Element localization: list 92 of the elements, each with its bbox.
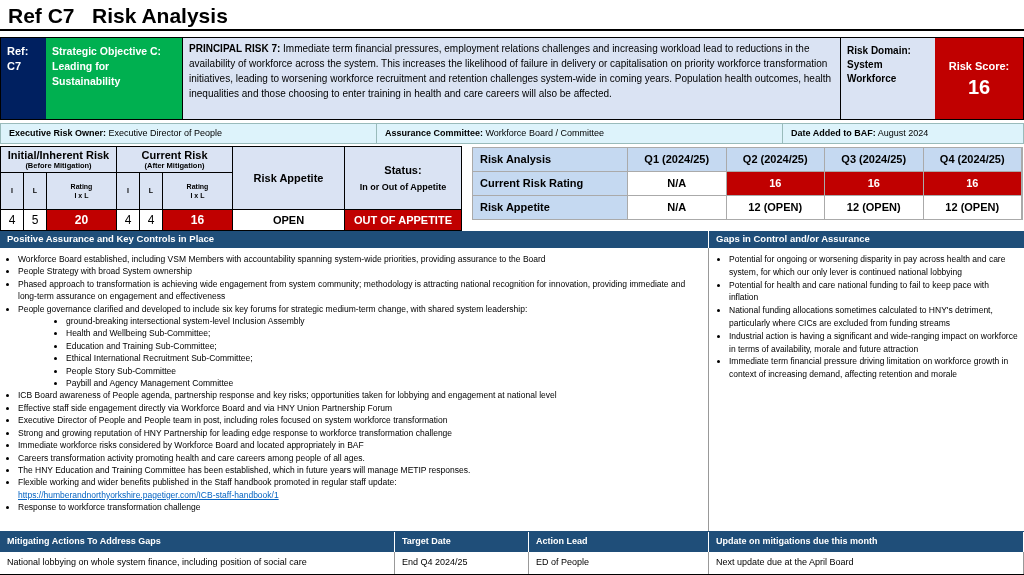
risk-domain-label: Risk Domain: bbox=[847, 44, 912, 58]
group-title: Initial/Inherent Risk bbox=[7, 149, 110, 161]
bullet-icon bbox=[6, 419, 9, 423]
risk-domain-value: System Workforce bbox=[847, 58, 898, 86]
bullet-icon bbox=[6, 307, 9, 311]
bullet-icon bbox=[717, 309, 720, 313]
list-item: Strong and growing reputation of HNY Partnership for leading edge response to workforce transformation challenge bbox=[18, 427, 453, 438]
list-item: Ethical International Recruitment Sub-Committee; bbox=[66, 352, 253, 365]
list-item: People governance clarified and developed to include six key forums for strategic medium-term change, with shared system leadership: bbox=[18, 303, 528, 314]
list-item: National funding allocations sometimes calculated to HNY's detriment, particularly where CICs are excluded from funding streams bbox=[729, 304, 994, 330]
column-header: Q4 (2024/25) bbox=[923, 148, 1022, 171]
list-item: Response to workforce transformation challenge bbox=[18, 502, 201, 513]
list-item: ground-breaking intersectional system-level Inclusion Assembly bbox=[66, 315, 305, 328]
list-item: Education and Training Sub-Committee; bbox=[66, 339, 217, 353]
list-item: Executive Director of People and People team in post, including roles focused on system workforce transformation bbox=[18, 415, 448, 426]
list-item: Effective staff side engagement directly via Workforce Board and via HNY Union Partnership Forum bbox=[18, 402, 393, 413]
bullet-icon bbox=[54, 369, 57, 373]
list-item: The HNY Education and Training Committee has been established, which in future years will manage METIP responses. bbox=[18, 464, 471, 475]
bullet-icon bbox=[717, 360, 720, 364]
bullet-icon bbox=[54, 357, 57, 361]
risk-score-value: 16 bbox=[967, 74, 991, 99]
column-header: Target Date bbox=[395, 532, 529, 552]
list-item: Health and Wellbeing Sub-Committee; bbox=[66, 327, 211, 340]
bullet-icon bbox=[54, 382, 57, 386]
bullet-icon bbox=[6, 431, 9, 435]
ref-value: C7 bbox=[7, 59, 23, 74]
list-item: Phased approach to transformation is achieving wide engagement from system community; methodology is attracting national recognition for innovation, providing immediate and long-term assurance on engagement and effectiveness bbox=[18, 278, 686, 302]
bullet-icon bbox=[6, 258, 9, 261]
bullet-icon bbox=[6, 468, 9, 472]
principal-risk-text: PRINCIPAL RISK 7: Immediate term financial pressures, employment relations challenges and increasing workload lead to reductions in the availability of workforce across the system. This increases the likelihood of failure in delivery or capitalisation on priority workforce transformation initiatives, leading to worsening workforce recruitment and retention challenges system-wide in coming years. Population health outcomes, health inequalities and those choosing to enter training in health and care careers will also be affected. bbox=[189, 42, 832, 101]
bullet-icon bbox=[6, 456, 9, 460]
column-header: Q1 (2024/25) bbox=[628, 148, 727, 171]
bullet-icon bbox=[54, 320, 57, 324]
column-label: In or Out of Appetite bbox=[359, 180, 447, 194]
bullet-icon bbox=[6, 506, 9, 510]
list-item: People Strategy with broad System ownership bbox=[18, 266, 192, 277]
list-item: Immediate term financial pressure driving limitation on workforce growth in context of increasing demand, affecting retention and morale bbox=[729, 355, 1010, 381]
list-item: ICB Board awareness of People agenda, partnership response and key risks; opportunities taken for lobbying and engagement at national level bbox=[18, 390, 557, 401]
info-field: Assurance Committee: Workforce Board / Committee bbox=[385, 126, 604, 141]
column-label: Risk Appetite bbox=[253, 170, 324, 186]
list-item: Potential for health and care national funding to fail to keep pace with inflation bbox=[729, 278, 990, 305]
section-header: Positive Assurance and Key Controls in Place bbox=[7, 232, 215, 247]
bullet-icon bbox=[6, 270, 9, 274]
bullet-icon bbox=[54, 332, 57, 336]
table-cell: 16 bbox=[726, 172, 825, 195]
table-cell: 4 bbox=[117, 210, 140, 230]
bullet-icon bbox=[6, 481, 9, 485]
list-item: Careers transformation activity promoting health and care careers among people of all ages. bbox=[18, 452, 365, 463]
list-item: Workforce Board established, including VSM Members with accountability spanning system-wide priorities, providing assurance to the Board bbox=[18, 254, 546, 264]
table-cell: 4 bbox=[1, 210, 24, 230]
rating-cell: 20 bbox=[47, 210, 116, 230]
table-cell: End Q4 2024/25 bbox=[395, 552, 529, 574]
info-field: Executive Risk Owner: Executive Director of People bbox=[9, 126, 223, 141]
page-title: Ref C7 Risk Analysis bbox=[8, 2, 228, 29]
list-item: Potential for ongoing or worsening disparity in pay across health and care system, for which our only lever is continued national lobbying bbox=[729, 253, 1007, 279]
handbook-link[interactable]: https://humberandnorthyorkshire.pagetiger.com/ICB-staff-handbook/1 bbox=[18, 488, 279, 502]
status-cell: OUT OF APPETITE bbox=[345, 210, 461, 230]
table-cell: National lobbying on whole system finance, including position of social care bbox=[0, 552, 395, 574]
risk-score-label: Risk Score: bbox=[948, 59, 1010, 75]
group-title: Current Risk bbox=[141, 149, 208, 161]
row-header: Risk Appetite bbox=[473, 196, 628, 219]
row-header: Current Risk Rating bbox=[473, 172, 628, 195]
bullet-icon bbox=[717, 258, 720, 261]
column-header: Mitigating Actions To Address Gaps bbox=[0, 532, 395, 552]
ref-label: Ref: bbox=[7, 44, 30, 59]
table-cell: 16 bbox=[923, 172, 1022, 195]
table-cell: Next update due at the April Board bbox=[709, 552, 1024, 574]
column-header: Q2 (2024/25) bbox=[726, 148, 825, 171]
column-header: Update on mitigations due this month bbox=[709, 532, 1024, 552]
bullet-icon bbox=[6, 406, 9, 410]
list-item: People Story Sub-Committee bbox=[66, 364, 177, 378]
column-header: Action Lead bbox=[529, 532, 709, 552]
rating-cell: 16 bbox=[163, 210, 232, 230]
bullet-icon bbox=[6, 394, 9, 398]
section-header: Gaps in Control and/or Assurance bbox=[716, 232, 870, 247]
status-cell: OPEN bbox=[233, 210, 344, 230]
table-cell: 16 bbox=[825, 172, 924, 195]
strategic-objective: Strategic Objective C: Leading for Sustainability bbox=[52, 44, 163, 89]
info-field: Date Added to BAF: August 2024 bbox=[791, 126, 929, 141]
bullet-icon bbox=[717, 283, 720, 287]
column-label: Status: bbox=[384, 163, 422, 178]
column-header: Risk Analysis bbox=[473, 148, 628, 171]
list-item: Immediate workforce risks considered by Workforce Board and located appropriately in BAF bbox=[18, 440, 364, 451]
bullet-icon bbox=[6, 444, 9, 448]
bullet-icon bbox=[54, 344, 57, 348]
list-item: Paybill and Agency Management Committee bbox=[66, 377, 234, 390]
bullet-icon bbox=[717, 334, 720, 338]
bullet-icon bbox=[6, 282, 9, 286]
table-cell: ED of People bbox=[529, 552, 709, 574]
list-item: Industrial action is having a significant and wide-ranging impact on workforce in terms of availability, morale and future attraction bbox=[729, 329, 1019, 356]
list-item: Flexible working and wider benefits published in the Staff handbook promoted in regular staff update: bbox=[18, 477, 397, 488]
column-header: Q3 (2024/25) bbox=[825, 148, 924, 171]
